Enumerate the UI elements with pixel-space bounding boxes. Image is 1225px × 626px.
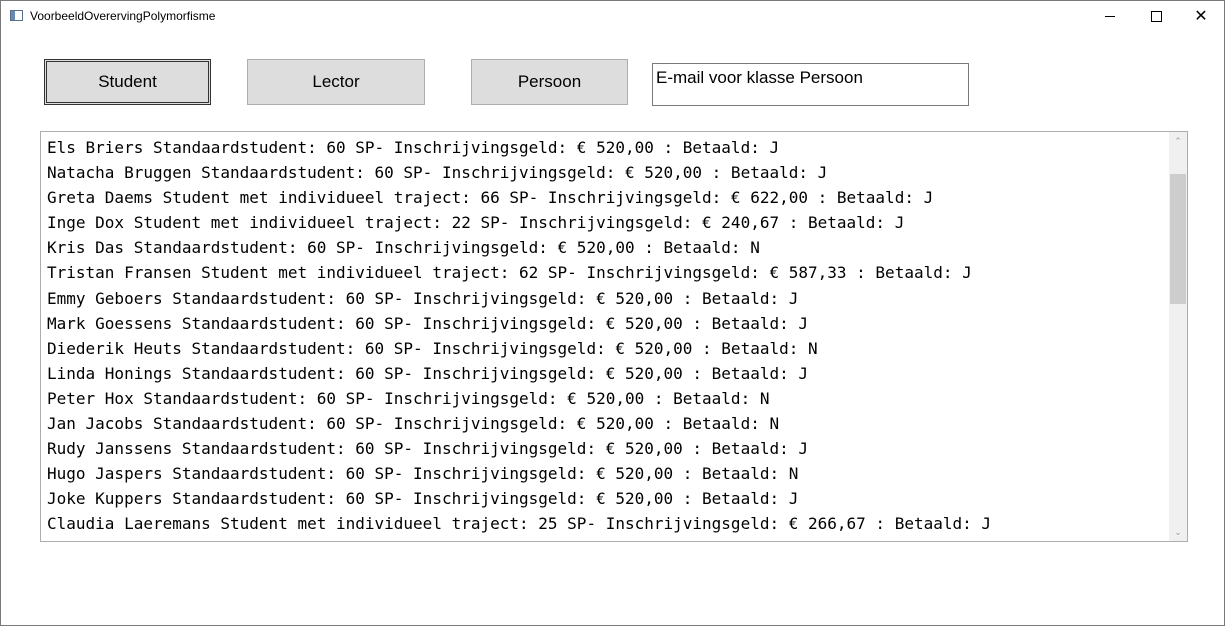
close-icon: ✕ [1194, 7, 1208, 25]
app-icon [10, 10, 23, 21]
list-item[interactable]: Joke Kuppers Standaardstudent: 60 SP- In… [47, 486, 1167, 511]
list-item[interactable]: Kris Das Standaardstudent: 60 SP- Inschr… [47, 235, 1167, 260]
list-item[interactable]: Rudy Janssens Standaardstudent: 60 SP- I… [47, 436, 1167, 461]
list-item[interactable]: Inge Dox Student met individueel traject… [47, 210, 1167, 235]
minimize-button[interactable] [1087, 1, 1133, 32]
list-item[interactable]: Els Briers Standaardstudent: 60 SP- Insc… [47, 135, 1167, 160]
email-field[interactable]: E-mail voor klasse Persoon [652, 63, 969, 106]
list-item[interactable]: Diederik Heuts Standaardstudent: 60 SP- … [47, 336, 1167, 361]
list-item[interactable]: Claudia Laeremans Student met individuee… [47, 511, 1167, 536]
list-item[interactable]: Hugo Jaspers Standaardstudent: 60 SP- In… [47, 461, 1167, 486]
close-button[interactable]: ✕ [1178, 1, 1224, 32]
lector-button[interactable]: Lector [247, 59, 425, 105]
minimize-icon [1105, 16, 1115, 17]
app-window: VoorbeeldOverervingPolymorfisme ✕ Studen… [0, 0, 1225, 626]
window-title: VoorbeeldOverervingPolymorfisme [30, 9, 216, 23]
student-listbox[interactable]: Els Briers Standaardstudent: 60 SP- Insc… [40, 131, 1188, 542]
scroll-down-icon[interactable]: ⌄ [1169, 523, 1187, 541]
persoon-button[interactable]: Persoon [471, 59, 628, 105]
maximize-button[interactable] [1133, 1, 1179, 32]
list-item[interactable]: Peter Hox Standaardstudent: 60 SP- Insch… [47, 386, 1167, 411]
list-items: Els Briers Standaardstudent: 60 SP- Insc… [47, 135, 1167, 537]
list-item[interactable]: Jan Jacobs Standaardstudent: 60 SP- Insc… [47, 411, 1167, 436]
list-item[interactable]: Linda Honings Standaardstudent: 60 SP- I… [47, 361, 1167, 386]
list-item[interactable]: Mark Goessens Standaardstudent: 60 SP- I… [47, 311, 1167, 336]
list-item[interactable]: Emmy Geboers Standaardstudent: 60 SP- In… [47, 286, 1167, 311]
vertical-scrollbar[interactable]: ⌃ ⌄ [1169, 132, 1187, 541]
list-item[interactable]: Greta Daems Student met individueel traj… [47, 185, 1167, 210]
list-item[interactable]: Tristan Fransen Student met individueel … [47, 260, 1167, 285]
maximize-icon [1150, 11, 1162, 22]
scroll-thumb[interactable] [1170, 174, 1186, 304]
list-item[interactable]: Natacha Bruggen Standaardstudent: 60 SP-… [47, 160, 1167, 185]
student-button[interactable]: Student [44, 59, 211, 105]
title-bar[interactable]: VoorbeeldOverervingPolymorfisme ✕ [1, 1, 1224, 32]
scroll-up-icon[interactable]: ⌃ [1169, 132, 1187, 150]
